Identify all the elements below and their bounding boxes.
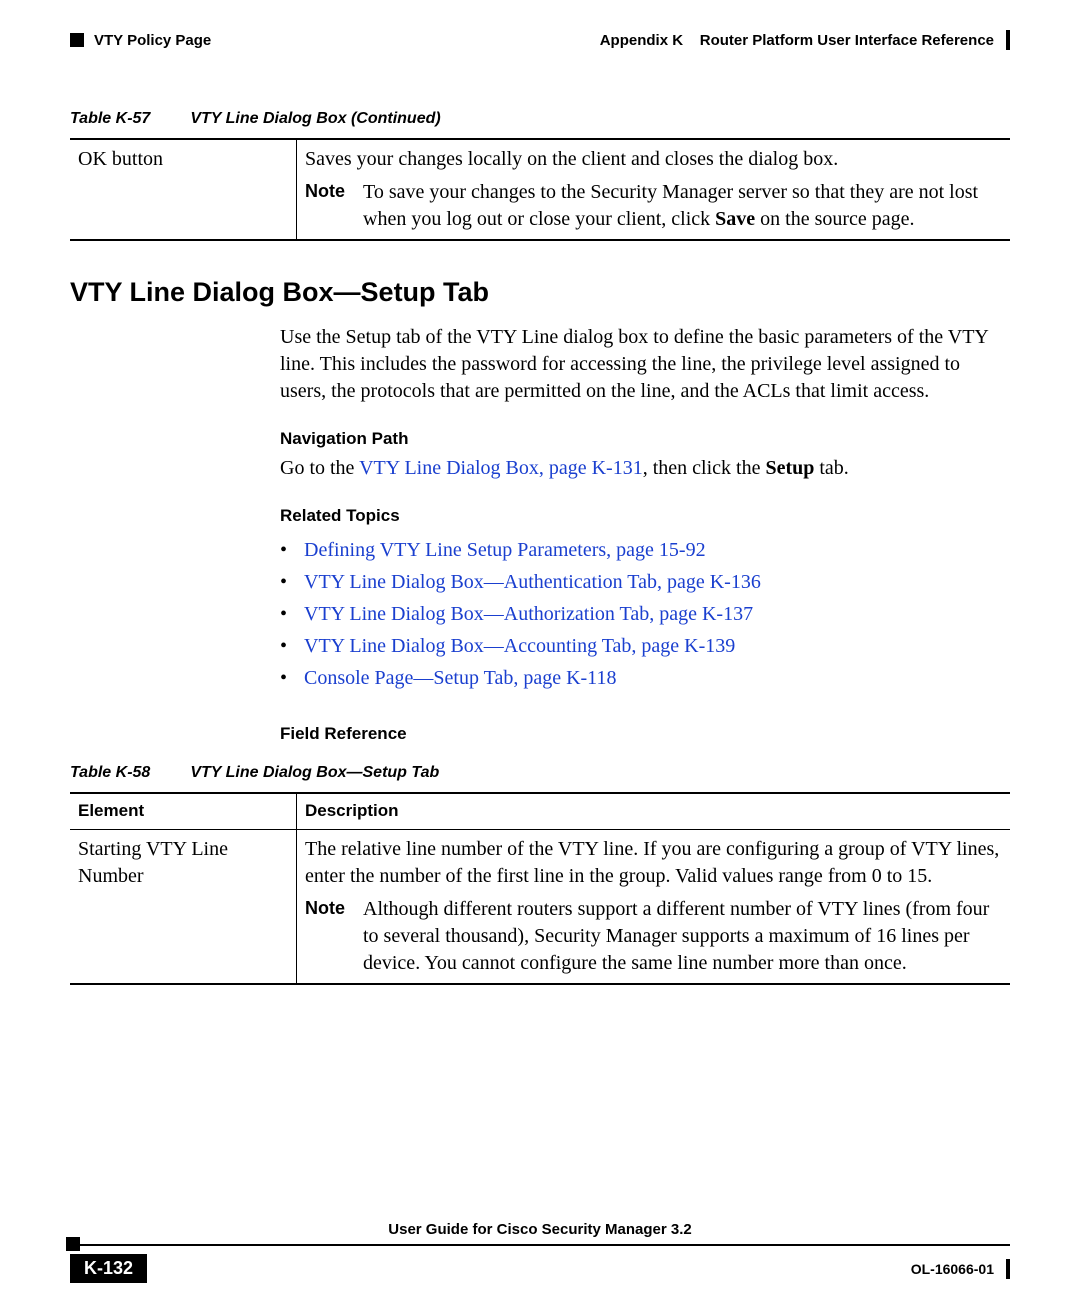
nav-link[interactable]: VTY Line Dialog Box, page K-131 [359,457,643,479]
note-text: To save your changes to the Security Man… [363,179,1002,233]
table-k57: OK button Saves your changes locally on … [70,138,1010,241]
list-item: Console Page—Setup Tab, page K-118 [280,662,1010,694]
header-bar-icon [1006,30,1010,50]
list-item: VTY Line Dialog Box—Authorization Tab, p… [280,598,1010,630]
doc-number: OL-16066-01 [911,1261,994,1277]
section-heading: VTY Line Dialog Box—Setup Tab [70,277,1010,308]
t58-col-element: Element [70,793,297,829]
t58-row-desc: The relative line number of the VTY line… [297,829,1011,984]
footer-square-icon [66,1237,80,1251]
nav-path-text: Go to the VTY Line Dialog Box, page K-13… [280,455,1010,482]
t58-row-label: Starting VTY Line Number [70,829,297,984]
related-link[interactable]: VTY Line Dialog Box—Accounting Tab, page… [304,635,735,657]
t57-row-label: OK button [70,139,297,240]
header-square-icon [70,33,84,47]
page-footer: User Guide for Cisco Security Manager 3.… [70,1221,1010,1283]
related-link[interactable]: VTY Line Dialog Box—Authorization Tab, p… [304,603,753,625]
footer-guide-title: User Guide for Cisco Security Manager 3.… [388,1221,691,1238]
related-topics-heading: Related Topics [280,506,1010,526]
related-link[interactable]: Defining VTY Line Setup Parameters, page… [304,539,706,561]
note-label: Note [305,179,345,233]
nav-path-heading: Navigation Path [280,429,1010,449]
header-appendix: Appendix K [600,32,683,49]
note-label: Note [305,896,345,977]
t58-col-desc: Description [297,793,1011,829]
table57-caption: Table K-57VTY Line Dialog Box (Continued… [70,110,1010,128]
running-header: VTY Policy Page Appendix K Router Platfo… [70,30,1010,50]
header-left-text: VTY Policy Page [94,32,211,49]
list-item: VTY Line Dialog Box—Authentication Tab, … [280,566,1010,598]
field-ref-heading: Field Reference [280,724,1010,744]
related-topics-list: Defining VTY Line Setup Parameters, page… [280,534,1010,694]
page-number: K-132 [70,1254,147,1283]
table-k58: Element Description Starting VTY Line Nu… [70,792,1010,985]
footer-bar-icon [1006,1259,1010,1279]
list-item: Defining VTY Line Setup Parameters, page… [280,534,1010,566]
table58-caption: Table K-58VTY Line Dialog Box—Setup Tab [70,764,1010,782]
intro-paragraph: Use the Setup tab of the VTY Line dialog… [280,324,1010,405]
header-title: Router Platform User Interface Reference [700,32,994,49]
related-link[interactable]: Console Page—Setup Tab, page K-118 [304,667,616,689]
t57-row-desc: Saves your changes locally on the client… [297,139,1011,240]
related-link[interactable]: VTY Line Dialog Box—Authentication Tab, … [304,571,761,593]
note-text: Although different routers support a dif… [363,896,1002,977]
list-item: VTY Line Dialog Box—Accounting Tab, page… [280,630,1010,662]
